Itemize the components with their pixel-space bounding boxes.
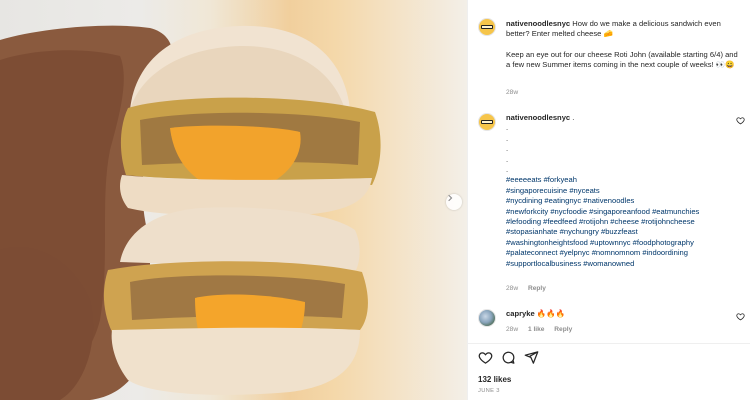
- hashtag-line[interactable]: #nycdining #eatingnyc #nativenoodles: [506, 196, 726, 206]
- comment-username[interactable]: nativenoodlesnyc: [506, 113, 570, 122]
- hashtag-line[interactable]: #lefooding #feedfeed #rotijohn #cheese #…: [506, 217, 726, 227]
- caption-username[interactable]: nativenoodlesnyc: [506, 19, 570, 28]
- heart-icon[interactable]: [736, 116, 745, 125]
- dot-line: .: [506, 123, 509, 133]
- comment-text: 🔥🔥🔥: [536, 309, 566, 318]
- comment-2: capryke 🔥🔥🔥: [506, 309, 726, 319]
- hashtags[interactable]: #eeeeeats #forkyeah #singaporecuisine #n…: [506, 175, 726, 269]
- brand-logo-icon: [481, 120, 493, 124]
- hashtag-line[interactable]: #newforkcity #nycfoodie #singaporeanfood…: [506, 207, 726, 217]
- hashtag-line[interactable]: #supportlocalbusiness #womanowned: [506, 259, 726, 269]
- dot-line: .: [506, 154, 509, 164]
- hashtag-line[interactable]: #eeeeeats #forkyeah: [506, 175, 726, 185]
- heart-icon[interactable]: [478, 350, 493, 365]
- avatar[interactable]: [478, 309, 496, 327]
- hashtag-line[interactable]: #singaporecuisine #nyceats: [506, 186, 726, 196]
- dot-line: .: [506, 144, 509, 154]
- comment-1: nativenoodlesnyc . . . . . . #eeeeeats #…: [506, 113, 726, 269]
- comment-icon[interactable]: [501, 350, 516, 365]
- action-bar: [478, 350, 539, 365]
- comment-username[interactable]: capryke: [506, 309, 535, 318]
- brand-logo-icon: [481, 25, 493, 29]
- caption-time[interactable]: 28w: [506, 89, 518, 96]
- hashtag-line[interactable]: #washingtonheightsfood #uptownnyc #foodp…: [506, 238, 726, 248]
- next-image-button[interactable]: [446, 194, 462, 210]
- post-image: [0, 0, 467, 400]
- divider: [468, 343, 750, 344]
- like-count[interactable]: 132 likes: [478, 375, 511, 384]
- post-date: JUNE 3: [478, 388, 500, 394]
- reply-button[interactable]: Reply: [554, 326, 572, 333]
- comments-panel: nativenoodlesnyc How do we make a delici…: [467, 0, 750, 400]
- chevron-right-icon: [448, 194, 453, 202]
- comment-likes[interactable]: 1 like: [528, 326, 545, 333]
- avatar[interactable]: [478, 113, 496, 131]
- comment-2-meta: 28w 1 like Reply: [506, 326, 580, 333]
- share-icon[interactable]: [524, 350, 539, 365]
- sandwich-photo: [0, 25, 381, 400]
- comment-time[interactable]: 28w: [506, 326, 518, 333]
- caption-paragraph-2: Keep an eye out for our cheese Roti John…: [506, 50, 738, 70]
- caption-meta: 28w: [506, 89, 526, 96]
- comments-scroll[interactable]: nativenoodlesnyc How do we make a delici…: [468, 0, 750, 343]
- reply-button[interactable]: Reply: [528, 285, 546, 292]
- heart-icon[interactable]: [736, 312, 745, 321]
- comment-text: .: [572, 113, 575, 122]
- dot-line: .: [506, 165, 509, 175]
- post-caption: nativenoodlesnyc How do we make a delici…: [506, 19, 744, 40]
- dot-line: .: [506, 133, 509, 143]
- hashtag-line[interactable]: #palateconnect #yelpnyc #nomnomnom #indo…: [506, 248, 726, 258]
- hashtag-line[interactable]: #stopasianhate #nychungry #buzzfeast: [506, 227, 726, 237]
- comment-time[interactable]: 28w: [506, 285, 518, 292]
- comment-1-meta: 28w Reply: [506, 285, 554, 292]
- avatar[interactable]: [478, 18, 496, 36]
